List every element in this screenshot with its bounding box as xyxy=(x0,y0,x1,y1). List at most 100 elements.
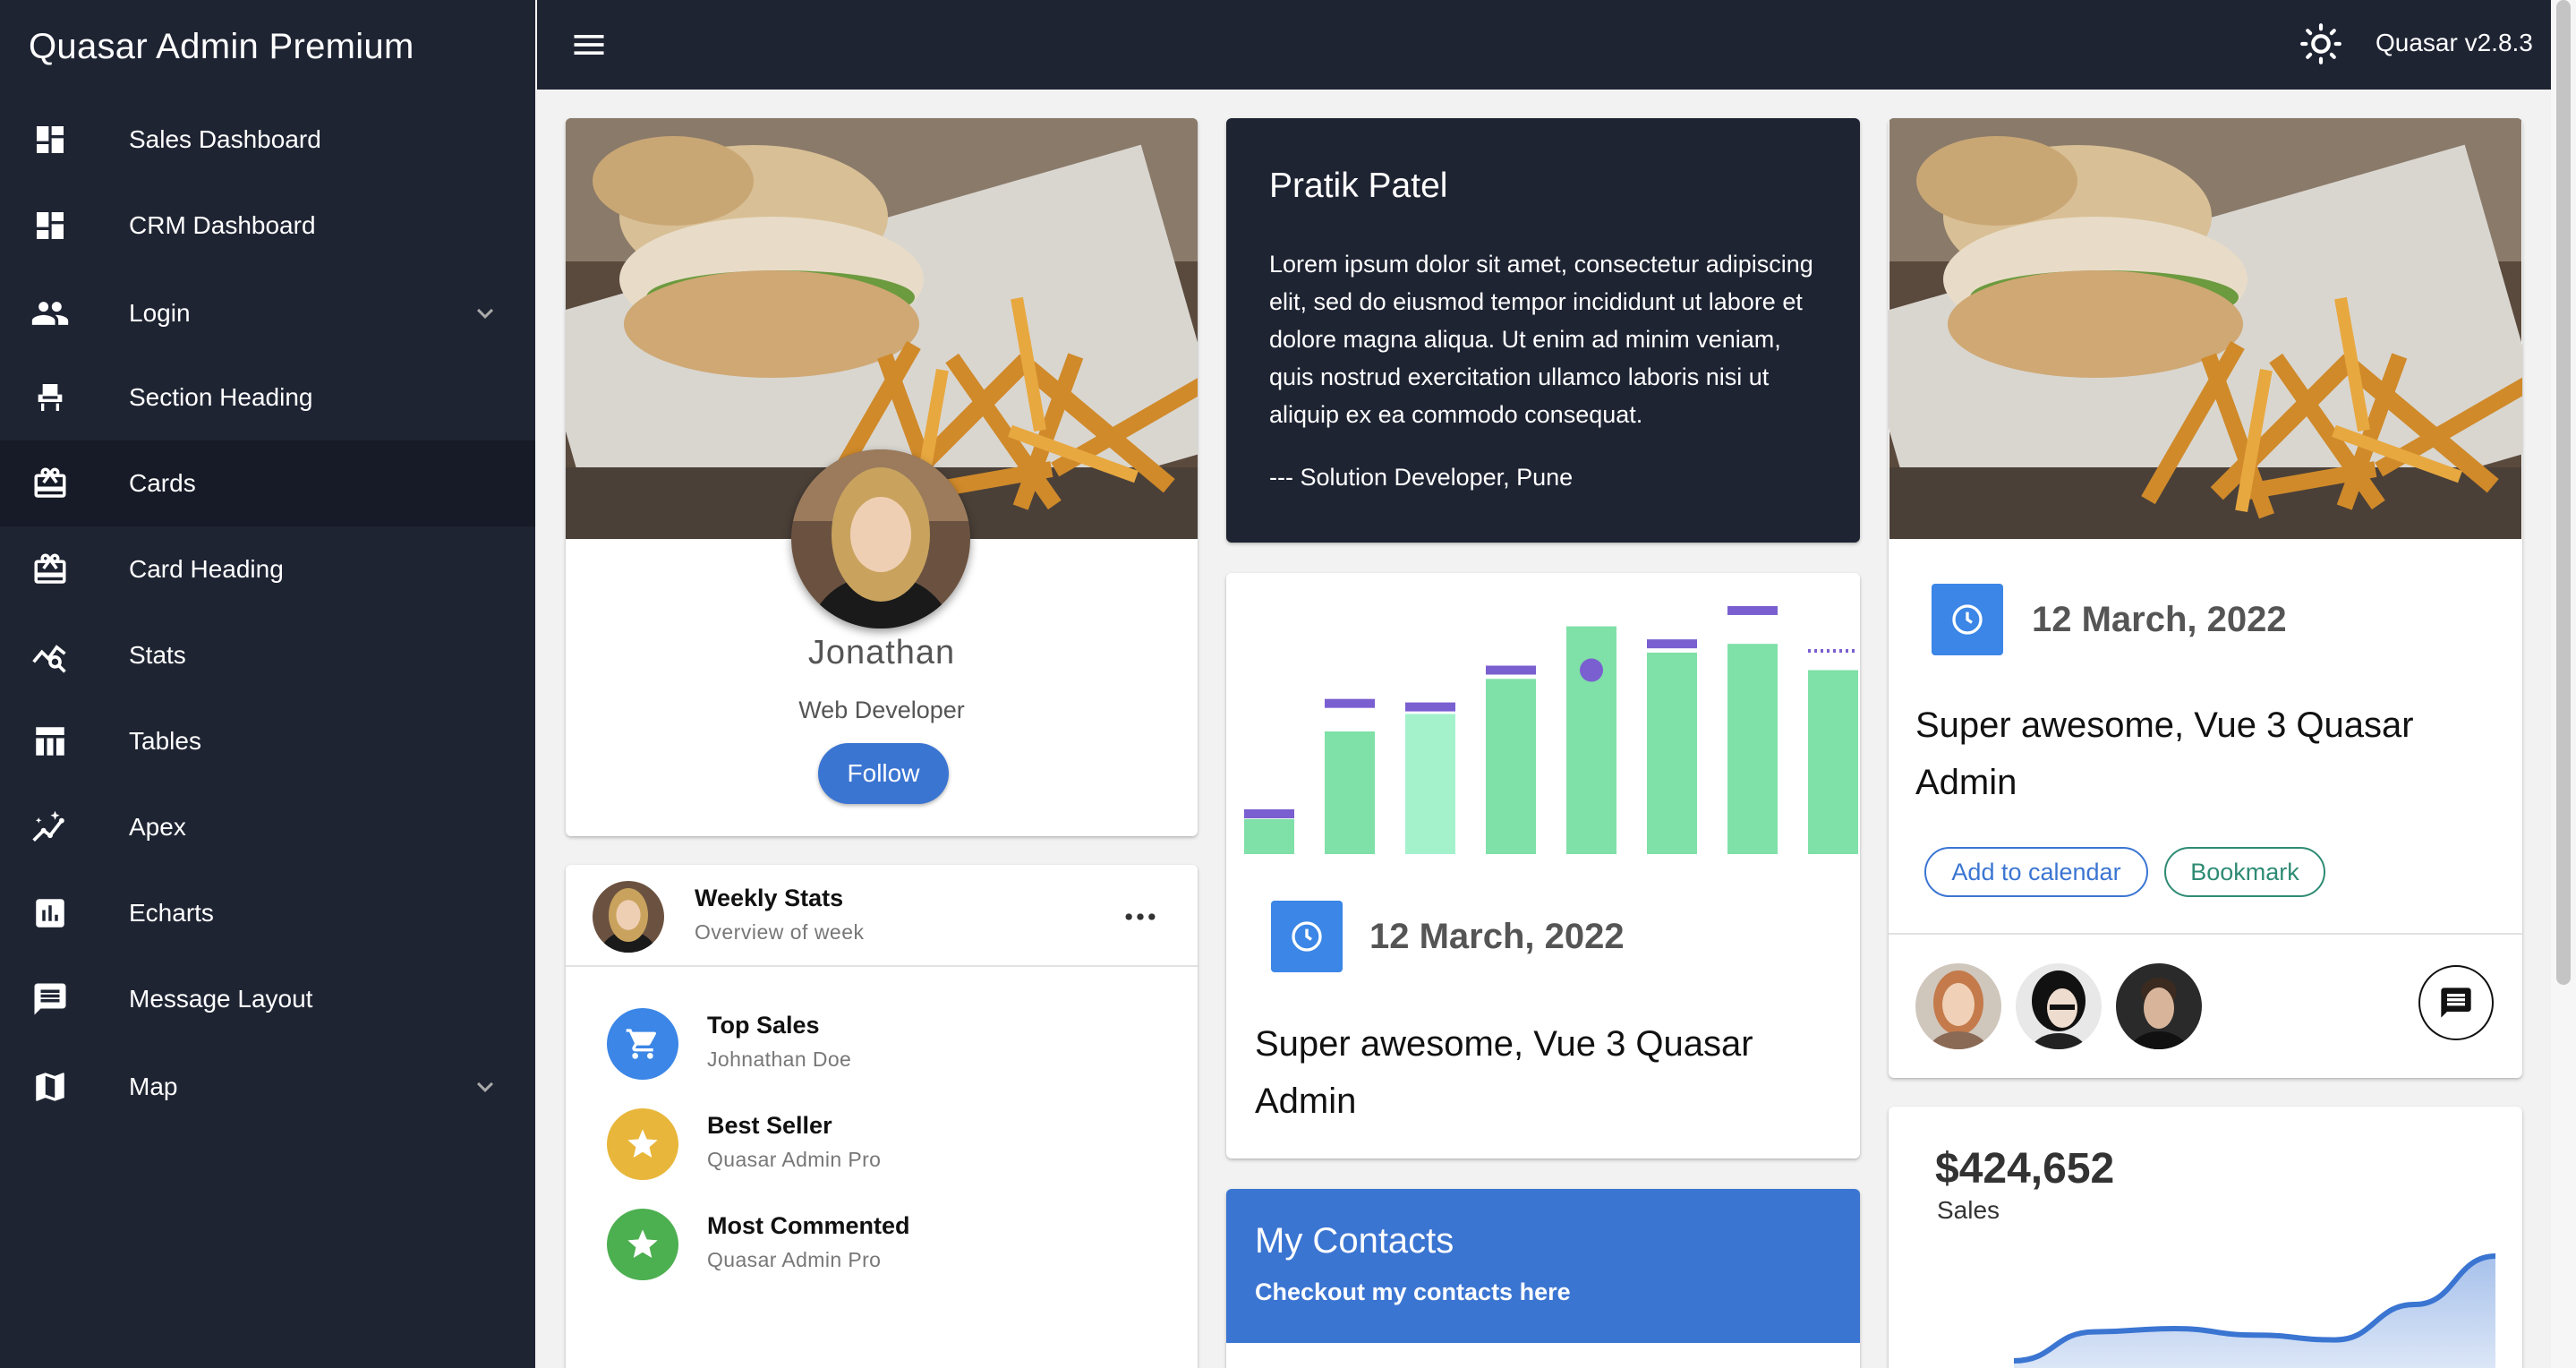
star-icon xyxy=(607,1209,678,1280)
sidebar-item-message-layout[interactable]: Message Layout xyxy=(0,956,535,1042)
sidebar-item-label: Stats xyxy=(129,641,186,669)
avatar[interactable] xyxy=(1915,963,2001,1049)
avatar[interactable] xyxy=(2016,963,2102,1049)
sidebar-item-card-heading[interactable]: Card Heading xyxy=(0,526,535,612)
message-icon xyxy=(29,978,72,1021)
chair-icon xyxy=(29,376,72,419)
profile-role: Web Developer xyxy=(798,697,965,723)
sidebar-item-label: Card Heading xyxy=(129,555,284,583)
dashboard-icon xyxy=(29,118,72,161)
quote-card: Pratik Patel Lorem ipsum dolor sit amet,… xyxy=(1226,118,1860,543)
clock-icon xyxy=(1271,901,1343,972)
list-item[interactable]: Best Seller Quasar Admin Pro xyxy=(607,1108,1180,1189)
contacts-title: My Contacts xyxy=(1255,1221,1454,1261)
chart-card: 12 March, 2022 Super awesome, Vue 3 Quas… xyxy=(1226,573,1860,1159)
scrollbar[interactable] xyxy=(2551,0,2576,1368)
chart-bar[interactable] xyxy=(1244,818,1294,854)
chart-target-marker[interactable] xyxy=(1647,639,1697,649)
sidebar-item-label: Map xyxy=(129,1073,178,1100)
chat-icon[interactable] xyxy=(2418,965,2494,1040)
sidebar-item-apex[interactable]: Apex xyxy=(0,784,535,870)
chart-bar[interactable] xyxy=(1727,644,1778,854)
map-icon xyxy=(29,1065,72,1108)
avatar xyxy=(791,449,970,628)
chart-target-marker[interactable] xyxy=(1580,658,1603,682)
sidebar-item-echarts[interactable]: Echarts xyxy=(0,870,535,956)
weekly-stats-subtitle: Overview of week xyxy=(695,920,865,944)
card-giftcard-icon xyxy=(29,462,72,505)
sidebar-item-label: Sales Dashboard xyxy=(129,125,321,153)
scrollbar-thumb[interactable] xyxy=(2556,0,2571,985)
sidebar: Quasar Admin Premium Sales Dashboard CRM… xyxy=(0,0,535,1368)
contacts-card: My Contacts Checkout my contacts here xyxy=(1226,1189,1860,1368)
clock-icon xyxy=(1932,584,2003,655)
sidebar-item-tables[interactable]: Tables xyxy=(0,698,535,784)
chart-bar[interactable] xyxy=(1405,714,1455,854)
star-icon xyxy=(607,1108,678,1180)
avatar xyxy=(593,881,664,953)
card-giftcard-icon xyxy=(29,548,72,591)
menu-icon[interactable] xyxy=(569,25,609,64)
sidebar-item-stats[interactable]: Stats xyxy=(0,612,535,698)
chart-target-marker[interactable] xyxy=(1486,665,1536,675)
sales-value: $424,652 xyxy=(1935,1145,2115,1193)
chart-area xyxy=(2014,1256,2495,1368)
chart-target-marker[interactable] xyxy=(1244,808,1294,818)
sidebar-item-label: Echarts xyxy=(129,899,214,927)
divider xyxy=(1889,933,2522,935)
weekly-stats-card: Weekly Stats Overview of week Top Sales … xyxy=(566,865,1198,1368)
contacts-header: My Contacts Checkout my contacts here xyxy=(1226,1189,1860,1343)
top-bar: Quasar v2.8.3 xyxy=(537,0,2551,90)
bar-chart xyxy=(1244,605,1858,855)
chart-bar[interactable] xyxy=(1325,731,1375,854)
sidebar-item-sales-dashboard[interactable]: Sales Dashboard xyxy=(0,97,535,183)
chevron-down-icon[interactable] xyxy=(469,297,501,329)
list-item-subtitle: Johnathan Doe xyxy=(707,1047,852,1071)
weekly-stats-title: Weekly Stats xyxy=(695,885,844,911)
chart-bar[interactable] xyxy=(1808,670,1858,855)
list-item-title: Best Seller xyxy=(707,1112,832,1139)
chart-bar[interactable] xyxy=(1486,679,1536,854)
list-item-title: Most Commented xyxy=(707,1212,910,1239)
bookmark-button[interactable]: Bookmark xyxy=(2164,847,2325,897)
chart-target-marker[interactable] xyxy=(1325,698,1375,708)
sidebar-item-cards[interactable]: Cards xyxy=(0,440,535,526)
divider xyxy=(566,965,1198,967)
contacts-subtitle: Checkout my contacts here xyxy=(1255,1278,1571,1305)
avatar[interactable] xyxy=(2116,963,2202,1049)
sidebar-item-label: Apex xyxy=(129,813,186,841)
sidebar-item-login[interactable]: Login xyxy=(0,270,535,356)
add-to-calendar-button[interactable]: Add to calendar xyxy=(1924,847,2148,897)
chart-target-marker[interactable] xyxy=(1727,605,1778,615)
follow-button[interactable]: Follow xyxy=(818,743,949,804)
people-icon xyxy=(29,292,72,335)
cart-icon xyxy=(607,1008,678,1080)
table-icon xyxy=(29,720,72,763)
sidebar-item-label: Login xyxy=(129,299,191,327)
food-image xyxy=(1889,118,2522,539)
quote-text: Lorem ipsum dolor sit amet, consectetur … xyxy=(1269,251,1813,428)
insights-icon xyxy=(29,806,72,849)
list-item[interactable]: Most Commented Quasar Admin Pro xyxy=(607,1209,1180,1289)
sidebar-item-label: Section Heading xyxy=(129,383,313,411)
sun-icon[interactable] xyxy=(2299,21,2343,66)
list-item-subtitle: Quasar Admin Pro xyxy=(707,1248,882,1271)
list-item-subtitle: Quasar Admin Pro xyxy=(707,1148,882,1171)
chart-bar[interactable] xyxy=(1647,652,1697,854)
card-title: Super awesome, Vue 3 Quasar Admin xyxy=(1255,1024,1753,1121)
list-item[interactable]: Top Sales Johnathan Doe xyxy=(607,1008,1180,1089)
feature-card: 12 March, 2022 Super awesome, Vue 3 Quas… xyxy=(1889,118,2522,1078)
bar-chart-icon xyxy=(29,892,72,935)
more-horiz-icon[interactable] xyxy=(1121,897,1160,936)
sidebar-item-map[interactable]: Map xyxy=(0,1044,535,1130)
list-item-title: Top Sales xyxy=(707,1012,820,1039)
card-date: 12 March, 2022 xyxy=(1369,917,1625,956)
sidebar-item-section-heading[interactable]: Section Heading xyxy=(0,355,535,440)
quote-author: Pratik Patel xyxy=(1269,167,1448,205)
sidebar-item-crm-dashboard[interactable]: CRM Dashboard xyxy=(0,183,535,269)
card-title: Super awesome, Vue 3 Quasar Admin xyxy=(1915,705,2414,802)
chart-target-marker[interactable] xyxy=(1405,702,1455,712)
chevron-down-icon[interactable] xyxy=(469,1071,501,1103)
area-chart xyxy=(2013,1253,2496,1368)
sidebar-item-label: Cards xyxy=(129,469,196,497)
